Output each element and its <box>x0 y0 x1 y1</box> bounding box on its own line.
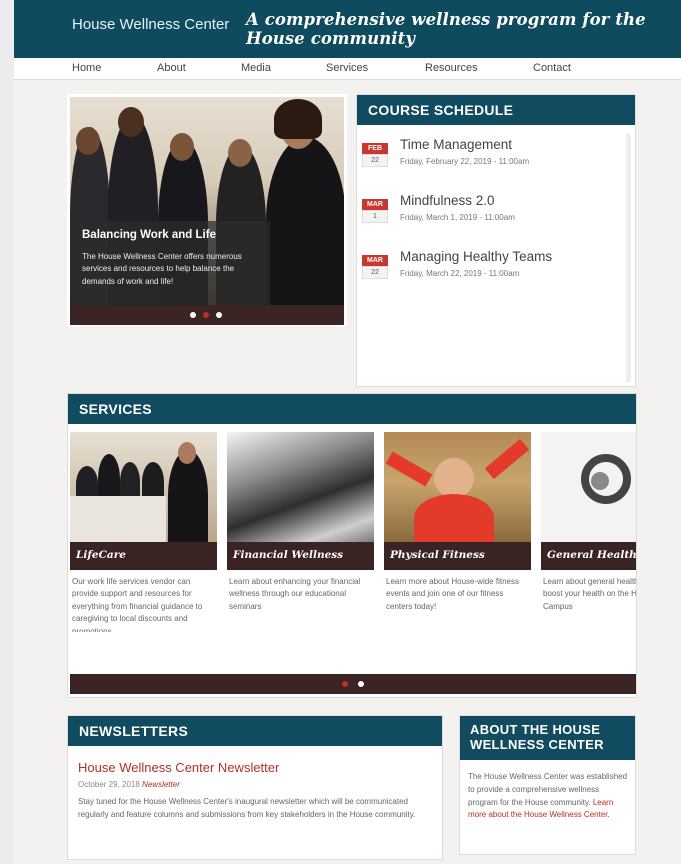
service-image <box>541 432 636 542</box>
course-date: Friday, March 22, 2019 - 11:00am <box>400 269 520 278</box>
services-panel: SERVICES LifeCare Our work life services… <box>67 393 637 698</box>
service-text: Learn more about House-wide fitness even… <box>386 577 519 611</box>
hero-text: The House Wellness Center offers numerou… <box>82 252 242 286</box>
service-image <box>70 432 217 542</box>
course-date: Friday, February 22, 2019 - 11:00am <box>400 157 530 166</box>
course-date: Friday, March 1, 2019 - 11:00am <box>400 213 515 222</box>
service-card-financial-wellness[interactable]: Financial Wellness Learn about enhancing… <box>227 432 374 632</box>
service-card-lifecare[interactable]: LifeCare Our work life services vendor c… <box>70 432 217 632</box>
service-image <box>384 432 531 542</box>
hero-title: Balancing Work and Life <box>82 229 216 241</box>
newsletter-tag[interactable]: Newsletter <box>142 780 180 789</box>
nav-item-resources[interactable]: Resources <box>425 62 478 74</box>
newsletter-date-text: October 29, 2018 <box>78 780 140 789</box>
newsletter-title[interactable]: House Wellness Center Newsletter <box>78 760 279 775</box>
course-schedule-heading: COURSE SCHEDULE <box>357 95 635 125</box>
service-card-physical-fitness[interactable]: Physical Fitness Learn more about House-… <box>384 432 531 632</box>
hero-dot-1[interactable] <box>190 312 196 318</box>
course-day: 22 <box>362 266 388 279</box>
nav-item-contact[interactable]: Contact <box>533 62 571 74</box>
course-item[interactable]: MAR 1 Mindfulness 2.0 Friday, March 1, 2… <box>362 193 622 233</box>
service-image <box>227 432 374 542</box>
page: House Wellness Center A comprehensive we… <box>14 0 681 864</box>
course-title[interactable]: Managing Healthy Teams <box>400 249 552 264</box>
calendar-icon: MAR 22 <box>362 255 388 279</box>
calendar-icon: FEB 22 <box>362 143 388 167</box>
service-title: LifeCare <box>70 542 217 570</box>
nav-item-media[interactable]: Media <box>241 62 271 74</box>
course-title[interactable]: Time Management <box>400 137 512 152</box>
site-name[interactable]: House Wellness Center <box>72 16 229 33</box>
course-title[interactable]: Mindfulness 2.0 <box>400 193 495 208</box>
service-text: Learn about general health services to b… <box>543 577 636 611</box>
newsletters-panel: NEWSLETTERS House Wellness Center Newsle… <box>67 715 443 860</box>
newsletter-text: Stay tuned for the House Wellness Center… <box>78 797 416 819</box>
nav-item-about[interactable]: About <box>157 62 186 74</box>
newsletters-heading: NEWSLETTERS <box>68 716 442 746</box>
course-month: MAR <box>362 199 388 210</box>
course-month: MAR <box>362 255 388 266</box>
service-text: Learn about enhancing your financial wel… <box>229 577 361 611</box>
about-heading: ABOUT THE HOUSE WELLNESS CENTER <box>460 716 635 760</box>
course-item[interactable]: FEB 22 Time Management Friday, February … <box>362 137 622 177</box>
services-dot-1[interactable] <box>342 681 348 687</box>
site-tagline: A comprehensive wellness program for the… <box>246 10 646 48</box>
about-text: The House Wellness Center was establishe… <box>468 771 628 822</box>
service-card-general-health[interactable]: General Health Learn about general healt… <box>541 432 636 632</box>
service-title: Physical Fitness <box>384 542 531 570</box>
nav-item-home[interactable]: Home <box>72 62 101 74</box>
schedule-scrollbar[interactable] <box>626 133 631 383</box>
service-title: General Health <box>541 542 636 570</box>
services-pager <box>70 674 636 694</box>
newsletter-date: October 29, 2018 Newsletter <box>78 780 180 789</box>
hero-dot-2[interactable] <box>203 312 209 318</box>
course-day: 1 <box>362 210 388 223</box>
calendar-icon: MAR 1 <box>362 199 388 223</box>
course-item[interactable]: MAR 22 Managing Healthy Teams Friday, Ma… <box>362 249 622 289</box>
services-heading: SERVICES <box>68 394 636 424</box>
services-dot-2[interactable] <box>358 681 364 687</box>
hero-carousel[interactable]: Balancing Work and Life The House Wellne… <box>67 94 347 326</box>
course-day: 22 <box>362 154 388 167</box>
course-schedule-panel: COURSE SCHEDULE FEB 22 Time Management F… <box>356 94 636 387</box>
hero-caption: Balancing Work and Life The House Wellne… <box>70 221 270 305</box>
site-header: House Wellness Center A comprehensive we… <box>14 0 681 58</box>
about-panel: ABOUT THE HOUSE WELLNESS CENTER The Hous… <box>459 715 636 855</box>
nav-item-services[interactable]: Services <box>326 62 368 74</box>
hero-pager <box>70 305 344 325</box>
service-title: Financial Wellness <box>227 542 374 570</box>
main-nav: Home About Media Services Resources Cont… <box>14 58 681 80</box>
service-text: Our work life services vendor can provid… <box>72 577 203 632</box>
course-month: FEB <box>362 143 388 154</box>
hero-dot-3[interactable] <box>216 312 222 318</box>
